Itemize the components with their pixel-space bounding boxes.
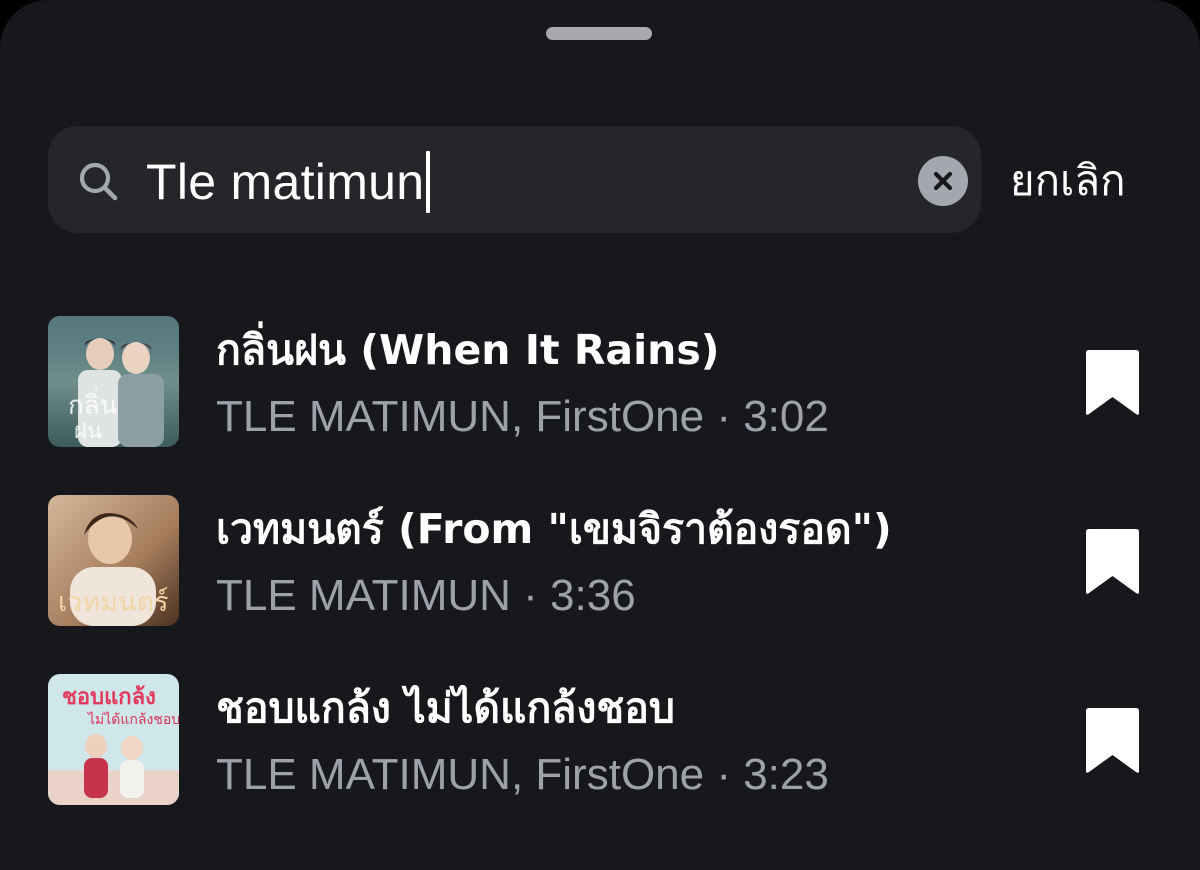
song-title: เวทมนตร์ (From "เขมจิราต้องรอด") xyxy=(216,505,892,553)
search-input[interactable]: Tle matimun xyxy=(146,149,431,215)
cancel-button[interactable]: ยกเลิก xyxy=(1010,148,1126,214)
search-icon xyxy=(79,162,118,201)
svg-text:เวทมนตร์: เวทมนตร์ xyxy=(58,586,168,618)
bookmark-icon[interactable] xyxy=(1082,529,1143,595)
bottom-sheet: Tle matimun ยกเลิก กลิ่น ฝน กลิ่นฝน (Whe… xyxy=(0,0,1200,870)
song-title: กลิ่นฝน (When It Rains) xyxy=(216,326,720,374)
sheet-grabber-handle[interactable] xyxy=(546,27,652,40)
list-item[interactable]: ชอบแกล้ง ไม่ได้แกล้งชอบ ชอบแกล้ง ไม่ได้แ… xyxy=(0,674,1200,805)
list-item[interactable]: เวทมนตร์ เวทมนตร์ (From "เขมจิราต้องรอด"… xyxy=(0,495,1200,626)
song-artist-duration: TLE MATIMUN, FirstOne · 3:02 xyxy=(216,392,829,441)
song-title: ชอบแกล้ง ไม่ได้แกล้งชอบ xyxy=(216,684,675,732)
song-artist-duration: TLE MATIMUN, FirstOne · 3:23 xyxy=(216,750,829,799)
svg-text:กลิ่น: กลิ่น xyxy=(68,387,118,421)
search-query-text: Tle matimun xyxy=(146,154,425,210)
bookmark-icon[interactable] xyxy=(1082,350,1143,416)
album-art-thumbnail: ชอบแกล้ง ไม่ได้แกล้งชอบ xyxy=(48,674,179,805)
album-art-thumbnail: เวทมนตร์ xyxy=(48,495,179,626)
album-art-thumbnail: กลิ่น ฝน xyxy=(48,316,179,447)
svg-text:ฝน: ฝน xyxy=(74,419,102,444)
clear-icon xyxy=(933,171,953,191)
clear-search-button[interactable] xyxy=(918,156,968,206)
bookmark-icon[interactable] xyxy=(1082,708,1143,774)
list-item[interactable]: กลิ่น ฝน กลิ่นฝน (When It Rains) TLE MAT… xyxy=(0,316,1200,447)
svg-text:ไม่ได้แกล้งชอบ: ไม่ได้แกล้งชอบ xyxy=(87,711,179,728)
song-artist-duration: TLE MATIMUN · 3:36 xyxy=(216,571,636,620)
text-cursor xyxy=(426,151,431,213)
svg-text:ชอบแกล้ง: ชอบแกล้ง xyxy=(62,685,156,710)
